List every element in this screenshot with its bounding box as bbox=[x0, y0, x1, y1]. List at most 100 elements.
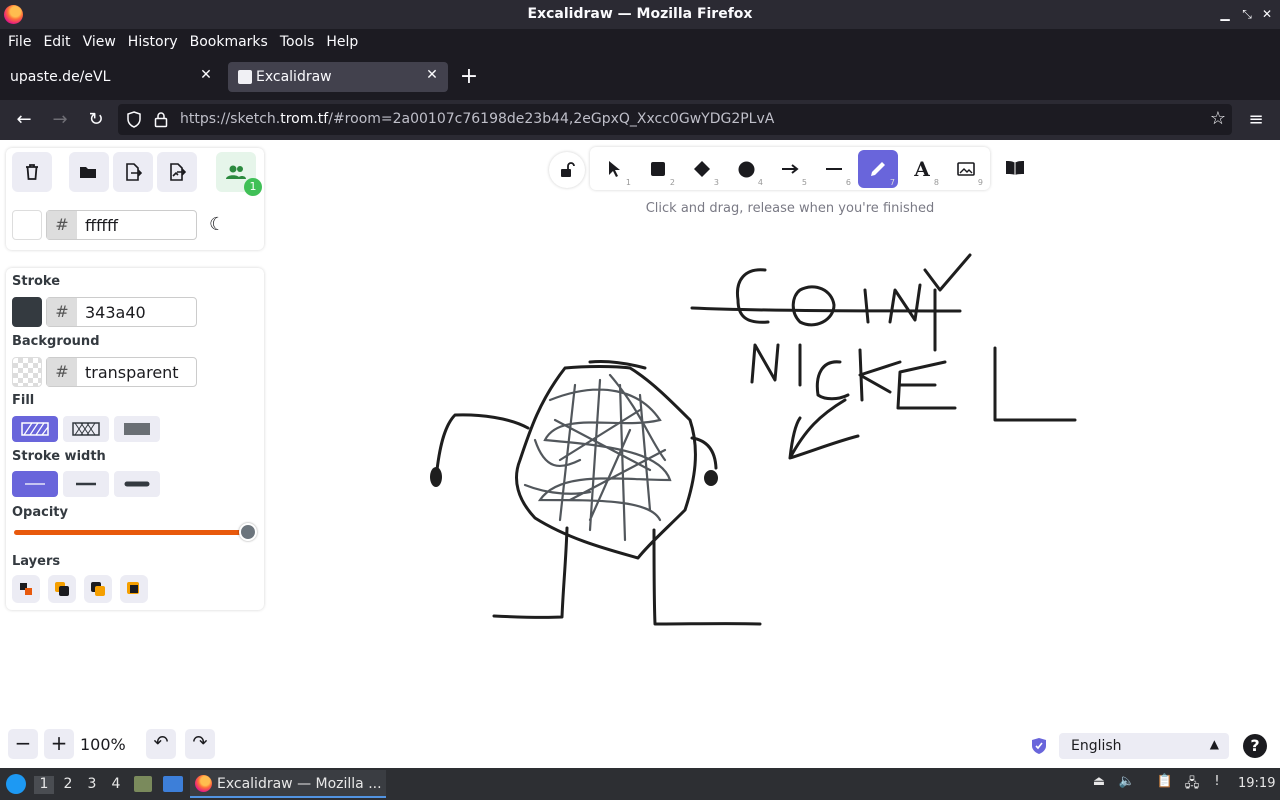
fill-hachure-button[interactable] bbox=[12, 416, 58, 442]
tool-text[interactable]: A 8 bbox=[902, 150, 942, 188]
send-backward-button[interactable] bbox=[48, 575, 76, 603]
hash-label: # bbox=[47, 211, 77, 239]
start-menu-icon[interactable] bbox=[6, 774, 26, 794]
menu-edit[interactable]: Edit bbox=[39, 34, 74, 50]
network-icon[interactable]: 🖧 bbox=[1183, 774, 1201, 792]
tool-shortcut: 4 bbox=[757, 178, 763, 187]
workspace-3[interactable]: 3 bbox=[82, 776, 102, 794]
stroke-color-value: 343a40 bbox=[85, 303, 146, 322]
canvas-background-swatch[interactable] bbox=[12, 210, 42, 240]
tool-rectangle[interactable]: 2 bbox=[638, 150, 678, 188]
stroke-bold-button[interactable] bbox=[63, 471, 109, 497]
export-image-icon bbox=[170, 163, 186, 181]
line-icon bbox=[826, 168, 842, 170]
stroke-color-swatch[interactable] bbox=[12, 297, 42, 327]
menu-file[interactable]: File bbox=[4, 34, 35, 50]
workspace-1[interactable]: 1 bbox=[34, 776, 54, 794]
help-icon[interactable]: ? bbox=[1243, 734, 1267, 758]
clipboard-icon[interactable]: 📋 bbox=[1156, 774, 1174, 792]
fill-cross-hatch-button[interactable] bbox=[63, 416, 109, 442]
close-tab-icon[interactable]: ✕ bbox=[198, 67, 214, 83]
redo-button[interactable]: ↷ bbox=[185, 729, 215, 759]
tool-shortcut: 7 bbox=[889, 178, 895, 187]
url-bar[interactable]: https://sketch.trom.tf/#room=2a00107c761… bbox=[118, 104, 1232, 135]
menu-bookmarks[interactable]: Bookmarks bbox=[186, 34, 272, 50]
library-button[interactable] bbox=[997, 150, 1033, 186]
tool-ellipse[interactable]: 4 bbox=[726, 150, 766, 188]
excalidraw-app[interactable]: 1 # ffffff ☾ Stroke # 343a40 Background … bbox=[0, 140, 1280, 768]
bring-forward-icon bbox=[91, 582, 105, 596]
bring-forward-button[interactable] bbox=[84, 575, 112, 603]
hash-label: # bbox=[47, 358, 77, 386]
drawing-hint: Click and drag, release when you're fini… bbox=[645, 201, 935, 216]
menu-tools[interactable]: Tools bbox=[276, 34, 319, 50]
background-color-input[interactable]: # transparent bbox=[46, 357, 197, 387]
fill-solid-button[interactable] bbox=[114, 416, 160, 442]
maximize-button[interactable]: ⤡ bbox=[1238, 5, 1256, 23]
reload-button[interactable]: ↻ bbox=[84, 108, 108, 132]
left-arm-stroke bbox=[435, 413, 530, 472]
tab-excalidraw[interactable]: Excalidraw ✕ bbox=[228, 62, 448, 92]
zoom-level[interactable]: 100% bbox=[80, 735, 126, 754]
desktop-icon[interactable] bbox=[163, 776, 183, 792]
notification-icon[interactable]: ! bbox=[1208, 774, 1226, 792]
export-icon bbox=[126, 163, 142, 181]
moon-icon[interactable]: ☾ bbox=[209, 214, 225, 235]
tool-image[interactable]: 9 bbox=[946, 150, 986, 188]
stroke-thin-button[interactable] bbox=[12, 471, 58, 497]
opacity-slider-track[interactable] bbox=[14, 530, 248, 535]
taskbar-window-firefox[interactable]: Excalidraw — Mozilla ... bbox=[190, 770, 386, 798]
tab-upaste[interactable]: upaste.de/eVL ✕ bbox=[0, 62, 222, 92]
close-window-button[interactable]: ✕ bbox=[1258, 5, 1276, 23]
background-color-swatch[interactable] bbox=[12, 357, 42, 387]
workspace-2[interactable]: 2 bbox=[58, 776, 78, 794]
opacity-slider-thumb[interactable] bbox=[239, 523, 257, 541]
lock-toolbar-button[interactable] bbox=[549, 152, 585, 188]
shield-check-icon[interactable] bbox=[1031, 737, 1047, 755]
export-image-button[interactable] bbox=[157, 152, 197, 192]
nav-bar: ← → ↻ https://sketch.trom.tf/#room=2a001… bbox=[0, 100, 1280, 140]
zoom-out-button[interactable]: − bbox=[8, 729, 38, 759]
undo-button[interactable]: ↶ bbox=[146, 729, 176, 759]
workspace-4[interactable]: 4 bbox=[106, 776, 126, 794]
tool-draw[interactable]: 7 bbox=[858, 150, 898, 188]
app-menu-icon[interactable]: ≡ bbox=[1244, 108, 1268, 132]
tool-shortcut: 9 bbox=[977, 178, 983, 187]
stroke-color-input[interactable]: # 343a40 bbox=[46, 297, 197, 327]
back-button[interactable]: ← bbox=[12, 108, 36, 132]
close-tab-icon[interactable]: ✕ bbox=[424, 67, 440, 83]
users-icon bbox=[226, 165, 246, 179]
new-tab-button[interactable]: + bbox=[458, 66, 480, 89]
file-manager-icon[interactable] bbox=[134, 776, 152, 792]
tool-shortcut: 3 bbox=[713, 178, 719, 187]
tool-arrow[interactable]: 5 bbox=[770, 150, 810, 188]
minimize-button[interactable]: ▁ bbox=[1216, 5, 1234, 23]
stroke-extra-bold-button[interactable] bbox=[114, 471, 160, 497]
forward-button[interactable]: → bbox=[48, 108, 72, 132]
open-file-button[interactable] bbox=[69, 152, 109, 192]
coin-scribble-stroke bbox=[523, 373, 672, 542]
tool-shortcut: 1 bbox=[625, 178, 631, 187]
menu-panel: 1 # ffffff ☾ bbox=[6, 148, 264, 250]
opacity-label: Opacity bbox=[12, 505, 68, 520]
shield-icon[interactable] bbox=[126, 111, 142, 128]
menu-view[interactable]: View bbox=[79, 34, 120, 50]
bring-to-front-button[interactable] bbox=[120, 575, 148, 603]
zoom-in-button[interactable]: + bbox=[44, 729, 74, 759]
clear-canvas-button[interactable] bbox=[12, 152, 52, 192]
eject-icon[interactable]: ⏏ bbox=[1090, 774, 1108, 792]
send-to-back-button[interactable] bbox=[12, 575, 40, 603]
canvas-background-input[interactable]: # ffffff bbox=[46, 210, 197, 240]
tool-line[interactable]: 6 bbox=[814, 150, 854, 188]
save-file-button[interactable] bbox=[113, 152, 153, 192]
stroke-label: Stroke bbox=[12, 274, 61, 289]
language-select[interactable]: English ▲ bbox=[1059, 733, 1229, 759]
lock-icon[interactable] bbox=[154, 111, 168, 128]
tool-diamond[interactable]: 3 bbox=[682, 150, 722, 188]
tool-selection[interactable]: 1 bbox=[594, 150, 634, 188]
menu-history[interactable]: History bbox=[124, 34, 182, 50]
bookmark-star-icon[interactable]: ☆ bbox=[1210, 108, 1226, 129]
arrow-icon bbox=[782, 164, 799, 174]
menu-help[interactable]: Help bbox=[322, 34, 362, 50]
volume-icon[interactable]: 🔈 bbox=[1118, 774, 1136, 792]
